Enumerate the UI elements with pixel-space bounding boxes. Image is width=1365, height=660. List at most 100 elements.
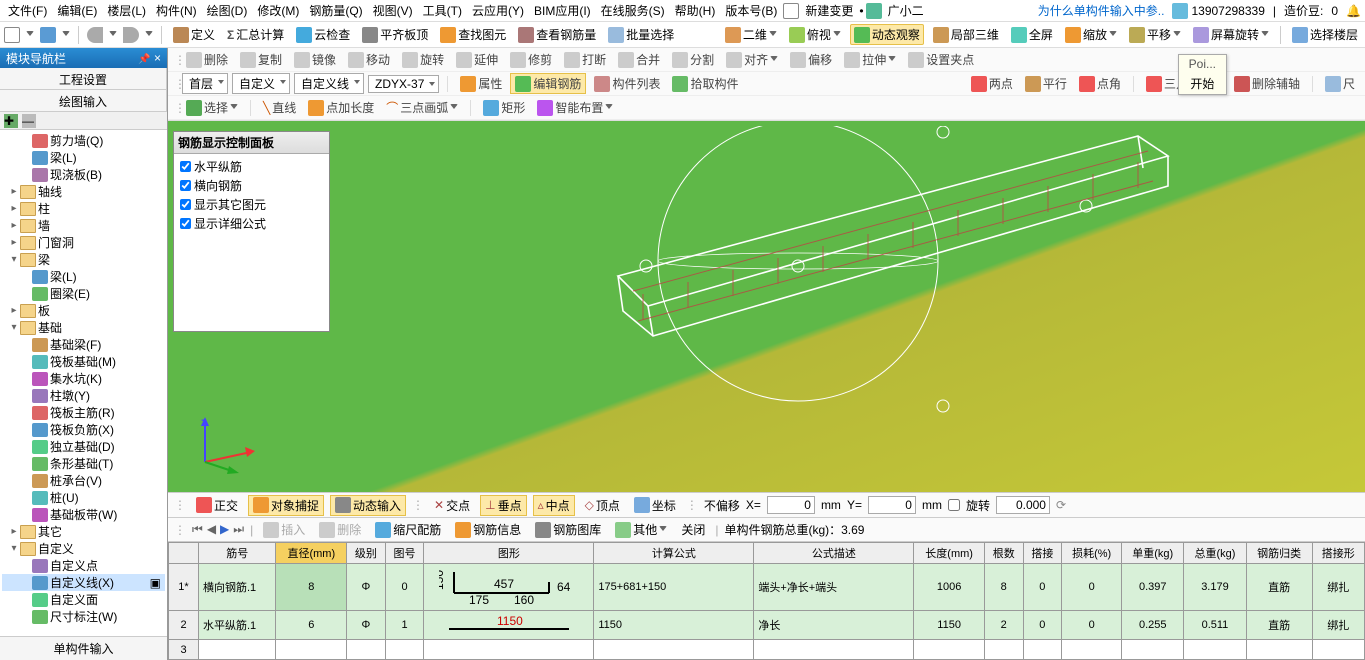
editrebar-button[interactable]: 编辑钢筋 <box>510 73 586 94</box>
tree-iso-fnd[interactable]: 独立基础(D) <box>2 438 165 455</box>
chk-detail[interactable] <box>180 218 191 229</box>
sumcalc-button[interactable]: Σ汇总计算 <box>224 25 287 44</box>
tree-beam-group[interactable]: ▾梁 <box>2 251 165 268</box>
tree-board[interactable]: ▸板 <box>2 302 165 319</box>
tree-beam-l[interactable]: 梁(L) <box>2 268 165 285</box>
save-icon[interactable] <box>40 27 56 43</box>
doc-icon[interactable] <box>783 3 799 19</box>
hint-link[interactable]: 为什么单构件输入中参.. <box>1038 2 1165 19</box>
tree-beam[interactable]: 梁(L) <box>2 149 165 166</box>
rebarinfo-button[interactable]: 钢筋信息 <box>451 520 525 539</box>
mirror-button[interactable]: 镜像 <box>290 50 340 69</box>
move-button[interactable]: 移动 <box>344 50 394 69</box>
code-select[interactable]: ZDYX-37 <box>368 75 439 93</box>
menu-modify[interactable]: 修改(M) <box>253 1 303 20</box>
menu-tool[interactable]: 工具(T) <box>419 1 466 20</box>
dim-button[interactable]: 尺 <box>1321 74 1359 93</box>
selfloor-button[interactable]: 选择楼层 <box>1289 25 1361 44</box>
grid-row-2[interactable]: 2 水平纵筋.1 6 Φ 1 1150 1150 净长 1150 2 <box>169 611 1365 640</box>
perp-toggle[interactable]: ⊥垂点 <box>480 495 526 516</box>
complist-button[interactable]: 构件列表 <box>590 74 664 93</box>
dd-icon[interactable] <box>26 31 34 39</box>
tree-pier[interactable]: 柱墩(Y) <box>2 387 165 404</box>
other-button[interactable]: 其他 <box>611 520 671 539</box>
define-button[interactable]: 定义 <box>170 25 218 44</box>
user-nick[interactable]: 广小二 <box>884 1 928 20</box>
offset-mode[interactable]: 不偏移 <box>704 497 740 514</box>
tree-axis[interactable]: ▸轴线 <box>2 183 165 200</box>
y-input[interactable] <box>868 496 916 514</box>
rot-input[interactable] <box>996 496 1050 514</box>
twopt-button[interactable]: 两点 <box>967 74 1017 93</box>
menu-online[interactable]: 在线服务(S) <box>597 1 669 20</box>
chk-horiz[interactable] <box>180 161 191 172</box>
viewrebar-button[interactable]: 查看钢筋量 <box>515 25 599 44</box>
close-icon[interactable]: × <box>154 51 161 65</box>
arc3-button[interactable]: ⌒三点画弧 <box>382 98 462 117</box>
tree-ringbeam[interactable]: 圈梁(E) <box>2 285 165 302</box>
close-button[interactable]: 关闭 <box>677 520 709 539</box>
tree-custom-pt[interactable]: 自定义点 <box>2 557 165 574</box>
menu-floor[interactable]: 楼层(L) <box>103 1 150 20</box>
align-button[interactable]: 对齐 <box>722 50 782 69</box>
fullscreen-button[interactable]: 全屏 <box>1008 25 1056 44</box>
copy-button[interactable]: 复制 <box>236 50 286 69</box>
stretch-button[interactable]: 拉伸 <box>840 50 900 69</box>
cat-select[interactable]: 自定义 <box>232 73 290 94</box>
dynin-toggle[interactable]: 动态输入 <box>330 495 406 516</box>
tree-pile[interactable]: 桩(U) <box>2 489 165 506</box>
parallel-button[interactable]: 平行 <box>1021 74 1071 93</box>
scrrotate-button[interactable]: 屏幕旋转 <box>1190 25 1272 44</box>
tree-wall[interactable]: ▸墙 <box>2 217 165 234</box>
viewport-3d[interactable]: 钢筋显示控制面板 水平纵筋 横向钢筋 显示其它图元 显示详细公式 <box>168 121 1365 492</box>
rotate-button[interactable]: 旋转 <box>398 50 448 69</box>
rect-button[interactable]: 矩形 <box>479 98 529 117</box>
2d-button[interactable]: 二维 <box>722 25 780 44</box>
tree-raft-neg[interactable]: 筏板负筋(X) <box>2 421 165 438</box>
grid-row-1[interactable]: 1* 横向钢筋.1 8 Φ 0 150 457 64 175 <box>169 564 1365 611</box>
trim-button[interactable]: 修剪 <box>506 50 556 69</box>
tree-fnd-beam[interactable]: 基础梁(F) <box>2 336 165 353</box>
pin-icon[interactable]: 📌 <box>138 54 150 65</box>
batchsel-button[interactable]: 批量选择 <box>605 25 677 44</box>
tree-sump[interactable]: 集水坑(K) <box>2 370 165 387</box>
tree-custom[interactable]: ▾自定义 <box>2 540 165 557</box>
coord-toggle[interactable]: 坐标 <box>630 496 680 515</box>
tree-dimension[interactable]: 尺寸标注(W) <box>2 608 165 625</box>
tree-fnd-strip[interactable]: 基础板带(W) <box>2 506 165 523</box>
tree-raft-main[interactable]: 筏板主筋(R) <box>2 404 165 421</box>
nav-tree[interactable]: 剪力墙(Q) 梁(L) 现浇板(B) ▸轴线 ▸柱 ▸墙 ▸门窗洞 ▾梁 梁(L… <box>0 130 167 636</box>
tree-column[interactable]: ▸柱 <box>2 200 165 217</box>
tree-opening[interactable]: ▸门窗洞 <box>2 234 165 251</box>
menu-component[interactable]: 构件(N) <box>152 1 201 20</box>
delaux-button[interactable]: 删除辅轴 <box>1230 74 1304 93</box>
tab-draw-input[interactable]: 绘图输入 <box>0 90 167 111</box>
prop-button[interactable]: 属性 <box>456 74 506 93</box>
chk-other[interactable] <box>180 199 191 210</box>
menu-edit[interactable]: 编辑(E) <box>53 1 101 20</box>
tab-single-input[interactable]: 单构件输入 <box>0 636 167 660</box>
findel-button[interactable]: 查找图元 <box>437 25 509 44</box>
dd-icon[interactable] <box>62 31 70 39</box>
tree-shearwall[interactable]: 剪力墙(Q) <box>2 132 165 149</box>
tree-foundation[interactable]: ▾基础 <box>2 319 165 336</box>
merge-button[interactable]: 合并 <box>614 50 664 69</box>
setpin-button[interactable]: 设置夹点 <box>904 50 978 69</box>
x-input[interactable] <box>767 496 815 514</box>
floor-select[interactable]: 首层 <box>182 73 228 94</box>
tree-strip-fnd[interactable]: 条形基础(T) <box>2 455 165 472</box>
menu-cloud[interactable]: 云应用(Y) <box>468 1 528 20</box>
new-icon[interactable] <box>4 27 20 43</box>
scaledim-button[interactable]: 缩尺配筋 <box>371 520 445 539</box>
bell-icon[interactable]: 🔔 <box>1346 4 1361 18</box>
menu-help[interactable]: 帮助(H) <box>671 1 720 20</box>
vert-toggle[interactable]: ◇顶点 <box>581 496 624 515</box>
tree-other[interactable]: ▸其它 <box>2 523 165 540</box>
grid-row-3[interactable]: 3 <box>169 640 1365 660</box>
menu-view[interactable]: 视图(V) <box>369 1 417 20</box>
osnap-toggle[interactable]: 对象捕捉 <box>248 495 324 516</box>
pan-button[interactable]: 平移 <box>1126 25 1184 44</box>
record-nav[interactable]: ⏮◀ ▶⏭ <box>192 522 244 537</box>
expand-icon[interactable]: ✚ <box>4 114 18 128</box>
chk-trans[interactable] <box>180 180 191 191</box>
